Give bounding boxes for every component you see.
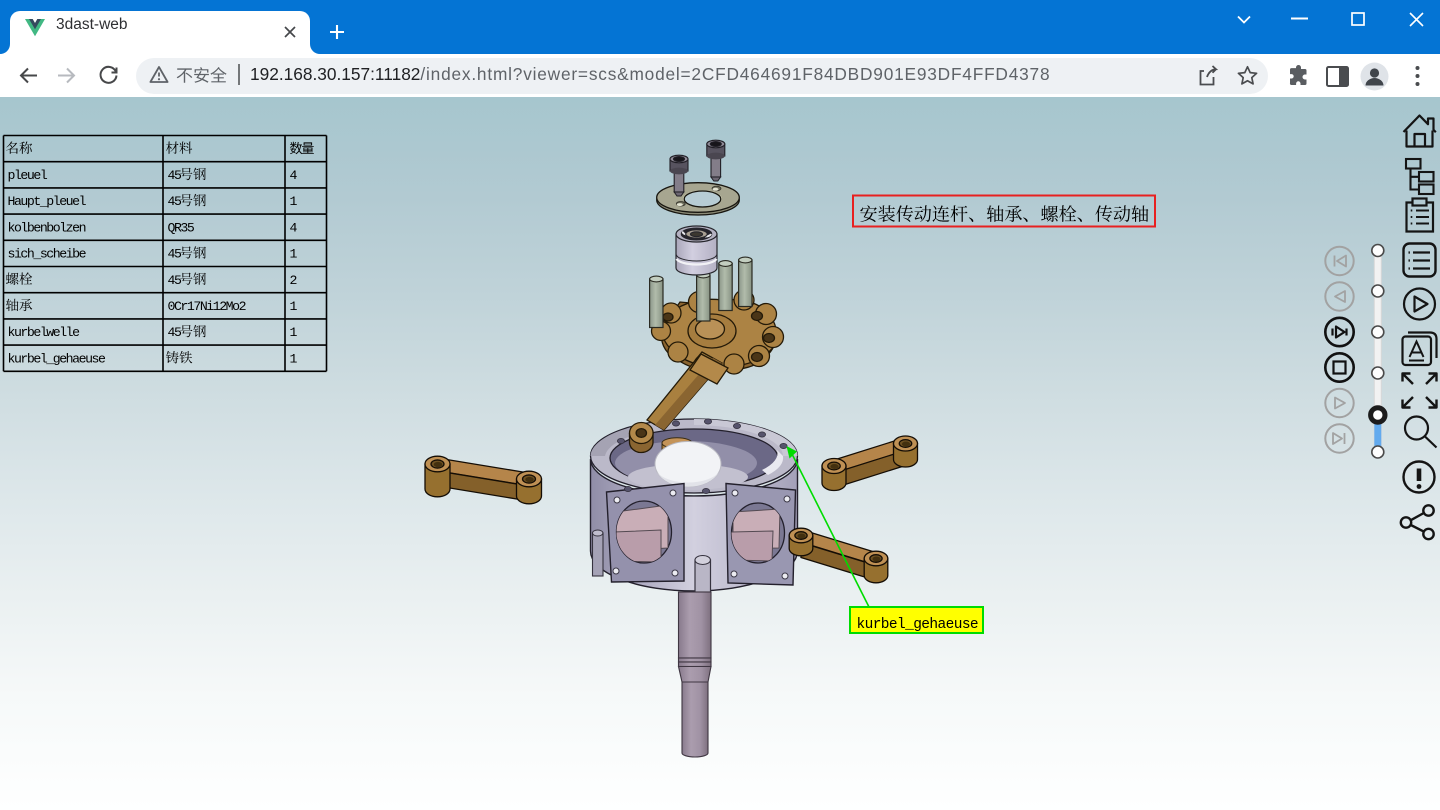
svg-text:Haupt_pleuel: Haupt_pleuel [8, 194, 87, 209]
svg-text:数量: 数量 [290, 141, 315, 157]
svg-text:4: 4 [290, 220, 298, 235]
svg-text:kolbenbolzen: kolbenbolzen [8, 220, 86, 235]
svg-text:1: 1 [290, 351, 298, 366]
svg-text:1: 1 [290, 194, 298, 209]
svg-text:1: 1 [290, 247, 298, 262]
svg-text:kurbel_gehaeuse: kurbel_gehaeuse [8, 351, 106, 366]
svg-text:1: 1 [290, 325, 298, 340]
svg-text:kurbelwelle: kurbelwelle [8, 325, 81, 340]
svg-text:45: 45 [168, 194, 182, 209]
svg-text:QR35: QR35 [168, 220, 195, 235]
svg-text:45: 45 [168, 325, 182, 340]
svg-text:45: 45 [168, 273, 182, 288]
svg-text:pleuel: pleuel [8, 168, 48, 183]
svg-text:45: 45 [168, 168, 182, 183]
svg-text:1: 1 [290, 299, 298, 314]
svg-text:2: 2 [290, 273, 297, 288]
svg-text:0Cr17Ni12Mo2: 0Cr17Ni12Mo2 [168, 299, 246, 314]
svg-text:sich_scheibe: sich_scheibe [8, 247, 87, 262]
svg-text:kurbel_gehaeuse: kurbel_gehaeuse [857, 617, 979, 633]
svg-text:45: 45 [168, 247, 182, 262]
svg-text:4: 4 [290, 168, 298, 183]
